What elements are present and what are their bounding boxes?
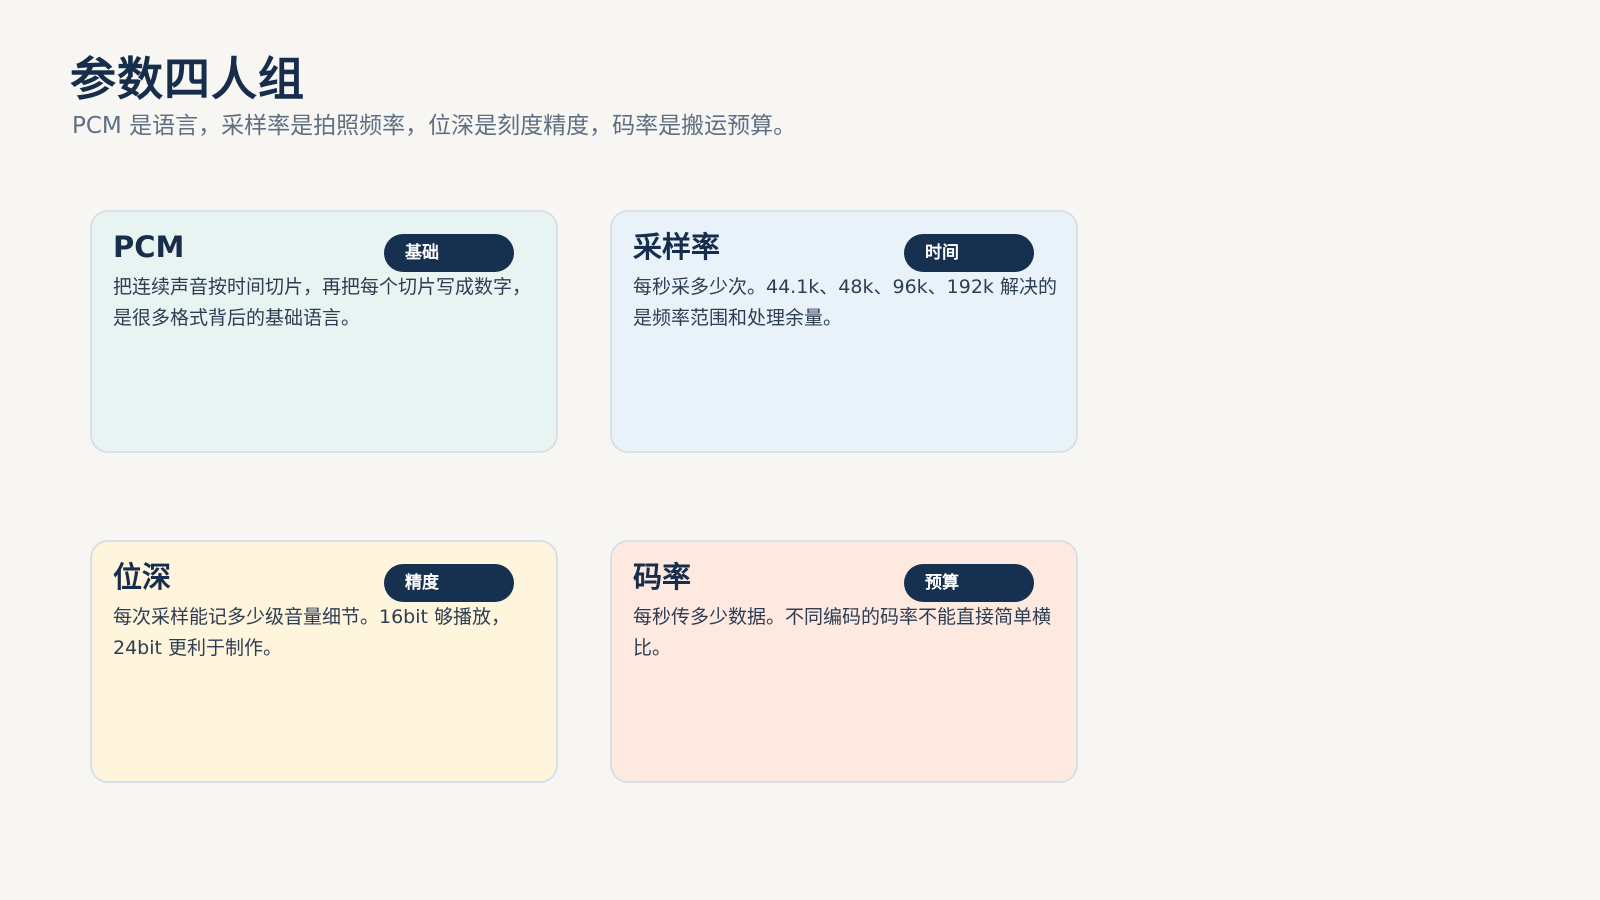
card-description: 每秒传多少数据。不同编码的码率不能直接简单横比。 [633, 606, 1052, 659]
card-bit-depth: 位深 精度 每次采样能记多少级音量细节。16bit 够播放，24bit 更利于制… [90, 540, 558, 783]
card-description: 每次采样能记多少级音量细节。16bit 够播放，24bit 更利于制作。 [113, 606, 511, 659]
page-title: 参数四人组 [70, 52, 305, 106]
tag-badge: 精度 [384, 564, 514, 602]
card-bitrate: 码率 预算 每秒传多少数据。不同编码的码率不能直接简单横比。 [610, 540, 1078, 783]
card-description: 每秒采多少次。44.1k、48k、96k、192k 解决的是频率范围和处理余量。 [633, 276, 1057, 329]
card-title: PCM [113, 230, 185, 264]
tag-badge: 时间 [904, 234, 1034, 272]
page-subtitle: PCM 是语言，采样率是拍照频率，位深是刻度精度，码率是搬运预算。 [72, 113, 797, 139]
card-pcm: PCM 基础 把连续声音按时间切片，再把每个切片写成数字，是很多格式背后的基础语… [90, 210, 558, 453]
card-title: 码率 [633, 560, 692, 594]
card-sample-rate: 采样率 时间 每秒采多少次。44.1k、48k、96k、192k 解决的是频率范… [610, 210, 1078, 453]
card-title: 位深 [113, 560, 172, 594]
tag-badge: 预算 [904, 564, 1034, 602]
card-title: 采样率 [633, 230, 721, 264]
tag-badge: 基础 [384, 234, 514, 272]
card-description: 把连续声音按时间切片，再把每个切片写成数字，是很多格式背后的基础语言。 [113, 276, 532, 329]
